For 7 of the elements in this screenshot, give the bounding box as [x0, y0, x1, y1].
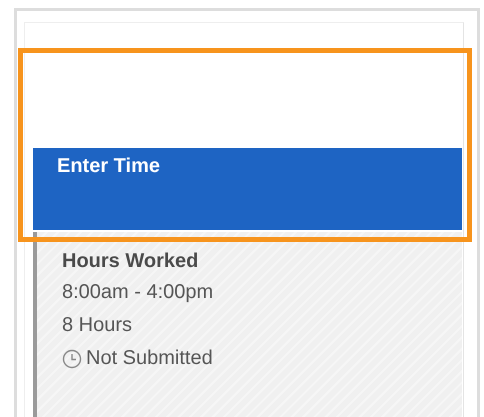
time-entry-card[interactable]: Hours Worked 8:00am - 4:00pm 8 Hours Not Submitted: [33, 232, 462, 417]
duration: 8 Hours: [62, 313, 134, 338]
enter-time-header[interactable]: Enter Time: [33, 148, 462, 230]
entry-title: Hours Worked: [62, 249, 200, 274]
time-range: 8:00am - 4:00pm: [62, 280, 214, 305]
clock-icon: [62, 348, 82, 368]
status-text: Not Submitted: [86, 346, 213, 371]
